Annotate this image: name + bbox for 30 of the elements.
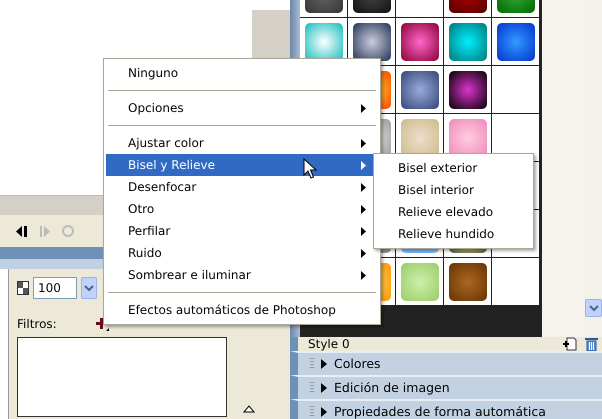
new-style-icon[interactable] — [563, 337, 577, 351]
menu-item[interactable]: Relieve elevado — [376, 201, 531, 223]
section-title: Edición de imagen — [334, 378, 450, 397]
scroll-down-button[interactable] — [585, 299, 602, 317]
menu-item[interactable]: Bisel exterior — [376, 157, 531, 179]
mouse-pointer-icon — [303, 158, 317, 180]
chevron-down-icon — [588, 304, 598, 312]
style-name: Style 0 — [308, 338, 351, 350]
filters-label: Filtros: — [17, 316, 57, 333]
trash-icon[interactable] — [585, 337, 598, 351]
menu-item[interactable]: Ninguno — [106, 62, 378, 84]
checker-icon — [17, 281, 29, 295]
panel-section-header[interactable]: Edición de imagen — [290, 375, 602, 399]
dropdown-button[interactable] — [81, 277, 97, 299]
opacity-field[interactable]: 100 — [33, 277, 77, 299]
menu-item[interactable]: Ruido — [106, 242, 378, 264]
panel-section-header[interactable]: Colores — [290, 351, 602, 375]
menu-item[interactable]: Opciones — [106, 97, 378, 119]
menu-item[interactable]: Relieve hundido — [376, 223, 531, 245]
triangle-up-icon[interactable] — [243, 405, 255, 413]
menu-item[interactable]: Bisel interior — [376, 179, 531, 201]
rewind-icon[interactable] — [16, 226, 28, 236]
menu-item[interactable]: Sombrear e iluminar — [106, 264, 378, 286]
menu-item[interactable]: Ajustar color — [106, 132, 378, 154]
section-title: Propiedades de forma automática — [334, 402, 546, 419]
filter-list[interactable] — [17, 337, 227, 417]
section-title: Colores — [334, 354, 381, 373]
menu-item[interactable]: Efectos automáticos de Photoshop — [106, 299, 378, 321]
panel-section-header[interactable]: Propiedades de forma automática — [290, 399, 602, 419]
chevron-down-icon — [84, 284, 94, 292]
